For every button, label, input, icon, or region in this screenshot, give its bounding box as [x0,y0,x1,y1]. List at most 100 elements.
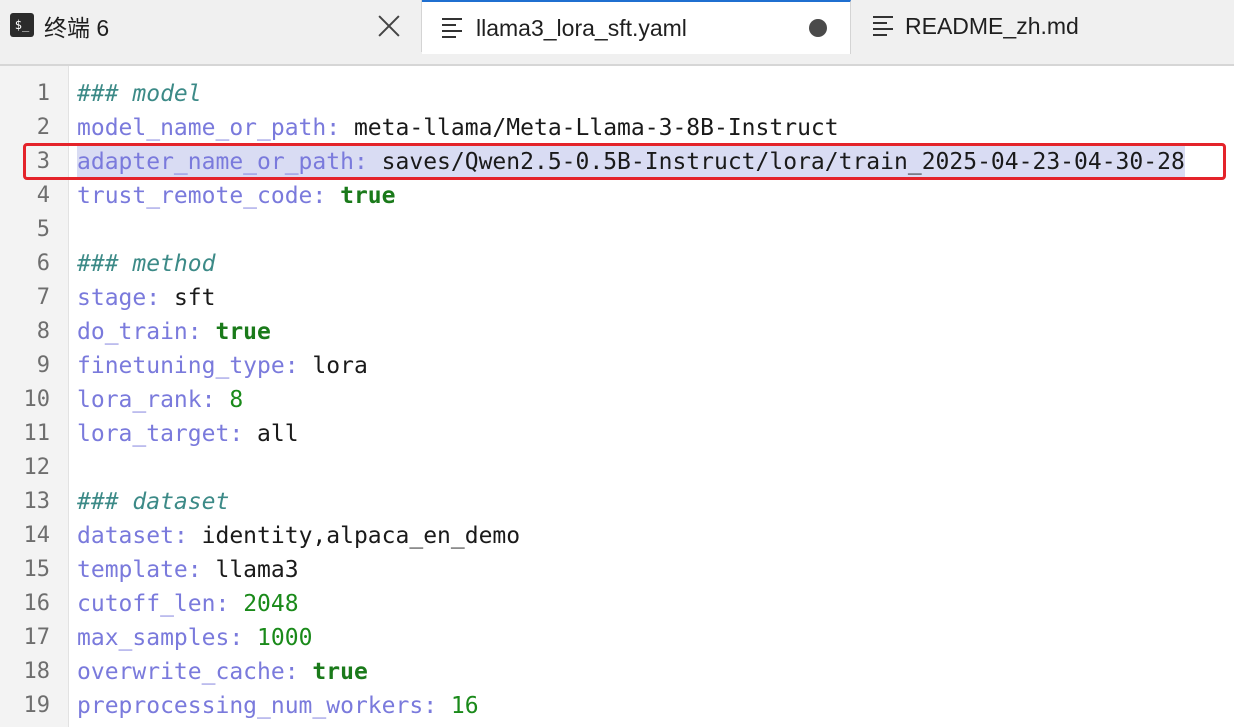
tab-label: 终端 6 [44,15,110,41]
code-text: finetuning_type: lora [77,349,368,383]
yaml-key: trust_remote_code [77,183,313,209]
close-icon[interactable] [375,12,403,40]
code-line[interactable]: 6 ### method [0,247,1234,281]
yaml-value: meta-llama/Meta-Llama-3-8B-Instruct [353,115,839,141]
line-number: 5 [36,217,50,242]
yaml-separator: : [187,319,216,345]
code-text: model_name_or_path: meta-llama/Meta-Llam… [77,111,839,145]
code-text: ### model [77,77,202,111]
line-number: 16 [23,591,51,616]
code-line[interactable]: 10 lora_rank: 8 [0,383,1234,417]
terminal-icon: $_ [10,13,34,37]
line-number: 17 [23,625,51,650]
code-text: lora_target: all [77,417,299,451]
yaml-value: 16 [450,693,479,719]
line-number: 14 [23,523,51,548]
yaml-separator: : [229,421,258,447]
document-icon [873,16,893,36]
yaml-key: overwrite_cache [77,659,285,685]
highlight-box [23,143,1226,180]
line-number: 1 [36,81,50,106]
yaml-comment: ### method [77,251,216,277]
code-line[interactable]: 1 ### model [0,77,1234,111]
tab-terminal[interactable]: $_ 终端 6 [0,0,422,52]
yaml-value: lora [312,353,368,379]
code-line[interactable]: 5 [0,213,1234,247]
line-number: 18 [23,659,51,684]
yaml-key: model_name_or_path [77,115,327,141]
code-line[interactable]: 8 do_train: true [0,315,1234,349]
yaml-separator: : [173,523,202,549]
code-text: overwrite_cache: true [77,655,368,689]
code-text: ### method [77,247,215,281]
yaml-value: llama3 [215,557,299,583]
code-line[interactable]: 17 max_samples: 1000 [0,621,1234,655]
code-line[interactable]: 4 trust_remote_code: true [0,179,1234,213]
yaml-separator: : [146,285,174,311]
line-number: 9 [36,353,50,378]
line-number: 15 [23,557,51,582]
code-line[interactable]: 19 preprocessing_num_workers: 16 [0,689,1234,723]
yaml-value: sft [173,285,216,311]
yaml-key: finetuning_type [77,353,285,379]
yaml-separator: : [423,693,451,719]
line-number: 12 [23,455,51,480]
yaml-separator: : [284,353,313,379]
yaml-value: 8 [229,387,244,413]
yaml-key: dataset [77,523,174,549]
code-text: trust_remote_code: true [77,179,396,213]
code-text: lora_rank: 8 [77,383,243,417]
code-line[interactable]: 16 cutoff_len: 2048 [0,587,1234,621]
yaml-key: do_train [77,319,188,345]
yaml-key: preprocessing_num_workers [77,693,424,719]
code-line[interactable]: 15 template: llama3 [0,553,1234,587]
code-line[interactable]: 18 overwrite_cache: true [0,655,1234,689]
line-number: 6 [36,251,50,276]
line-number: 2 [36,115,50,140]
code-text: preprocessing_num_workers: 16 [77,689,479,723]
yaml-separator: : [312,183,341,209]
code-text: do_train: true [77,315,271,349]
line-number: 7 [36,285,50,310]
code-text: ### dataset [77,485,229,519]
tab-llama3-lora-sft-yaml[interactable]: llama3_lora_sft.yaml [422,0,851,54]
yaml-key: max_samples [77,625,230,651]
document-icon [442,18,462,38]
yaml-value: 2048 [243,591,299,617]
yaml-separator: : [284,659,313,685]
code-editor[interactable]: 1 ### model 2 model_name_or_path: meta-llam… [0,66,1234,727]
unsaved-dot-icon[interactable] [809,19,827,37]
tab-readme-zh-md[interactable]: README_zh.md [851,0,1234,52]
code-line[interactable]: 14 dataset: identity,alpaca_en_demo [0,519,1234,553]
yaml-separator: : [215,591,244,617]
code-line[interactable]: 12 [0,451,1234,485]
yaml-key: lora_rank [77,387,202,413]
line-number: 19 [23,693,51,718]
yaml-value: 1000 [257,625,313,651]
line-number: 11 [23,421,51,446]
line-number: 13 [23,489,51,514]
yaml-value: all [257,421,299,447]
tab-bar: $_ 终端 6 llama3_lora_sft.yaml README_zh.m… [0,0,1234,66]
code-line[interactable]: 9 finetuning_type: lora [0,349,1234,383]
line-number: 4 [36,183,50,208]
yaml-comment: ### model [77,81,202,107]
yaml-value: true [340,183,396,209]
yaml-value: true [312,659,368,685]
yaml-comment: ### dataset [77,489,230,515]
yaml-key: cutoff_len [77,591,216,617]
tab-label: llama3_lora_sft.yaml [476,14,687,41]
code-text: max_samples: 1000 [77,621,312,655]
yaml-separator: : [187,557,216,583]
code-text: cutoff_len: 2048 [77,587,299,621]
code-text: dataset: identity,alpaca_en_demo [77,519,520,553]
code-line[interactable]: 2 model_name_or_path: meta-llama/Meta-Lla… [0,111,1234,145]
tab-label: README_zh.md [905,12,1079,39]
code-line[interactable]: 13 ### dataset [0,485,1234,519]
yaml-key: lora_target [77,421,230,447]
yaml-key: stage [77,285,147,311]
code-text: stage: sft [77,281,216,315]
yaml-separator: : [201,387,230,413]
code-line[interactable]: 7 stage: sft [0,281,1234,315]
code-line[interactable]: 11 lora_target: all [0,417,1234,451]
